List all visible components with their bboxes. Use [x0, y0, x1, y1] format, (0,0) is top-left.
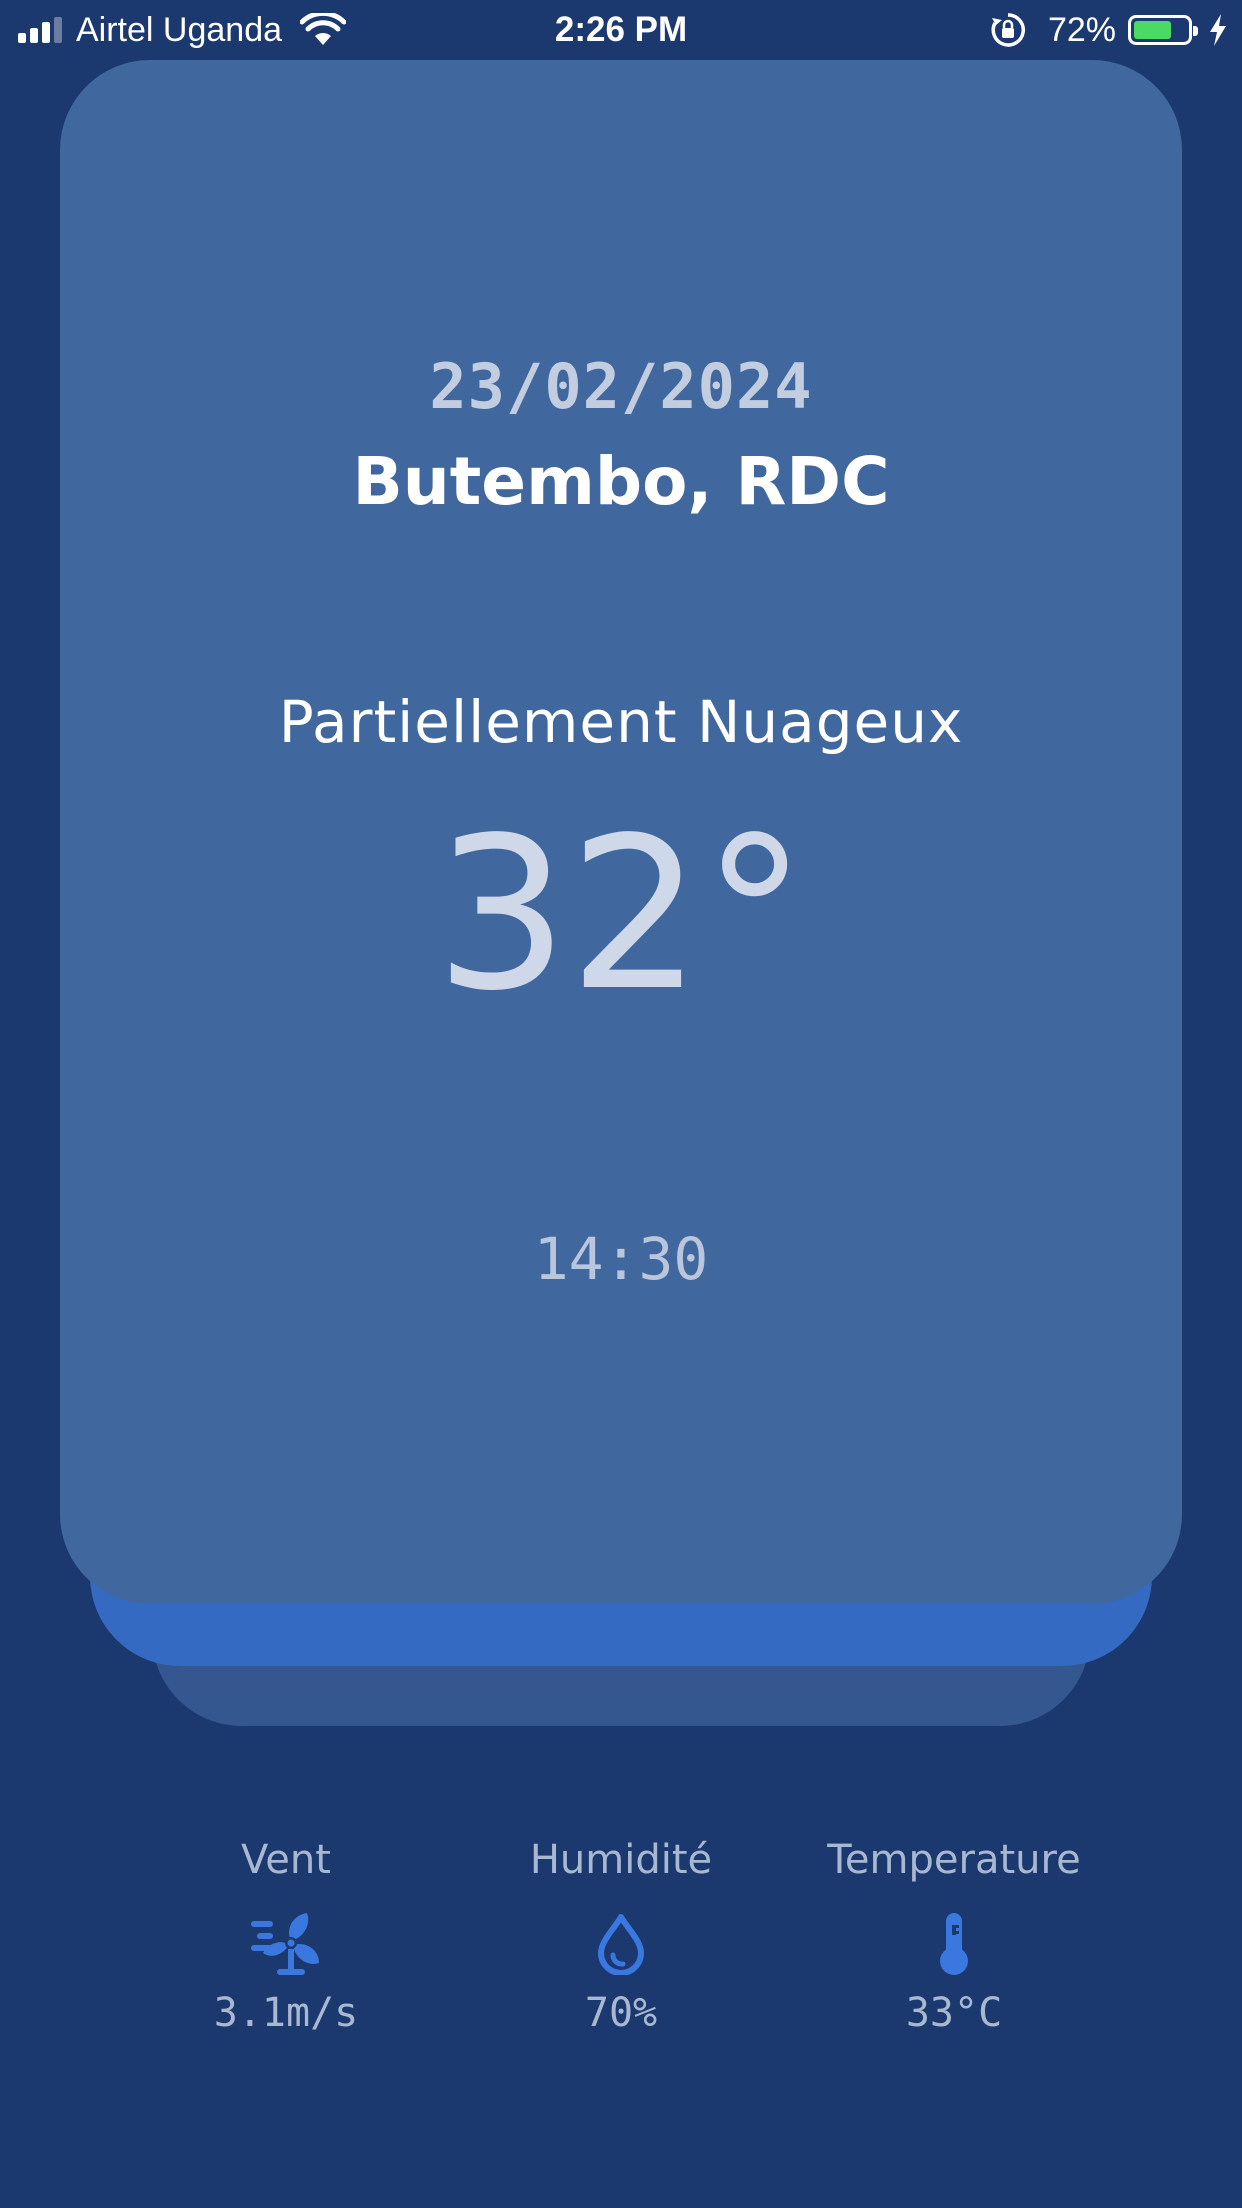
- status-bar-right: 72%: [990, 8, 1228, 52]
- weather-date: 23/02/2024: [429, 350, 813, 423]
- stat-wind-value: 3.1m/s: [213, 1990, 359, 2036]
- stat-temperature-label: Temperature: [827, 1837, 1081, 1883]
- battery-icon: [1128, 15, 1198, 45]
- stat-humidity: Humidité 70%: [456, 1830, 786, 2036]
- stat-wind-label: Vent: [241, 1837, 331, 1883]
- thermometer-icon: [789, 1904, 1119, 1984]
- rotation-lock-icon: [991, 13, 1025, 47]
- wind-fan-icon: [121, 1904, 451, 1984]
- charging-bolt-icon: [1210, 14, 1226, 46]
- weather-temperature: 32°: [434, 792, 808, 1037]
- stat-humidity-label: Humidité: [529, 1837, 713, 1883]
- stat-temperature: Temperature 33°C: [789, 1830, 1119, 2036]
- stat-wind: Vent 3.1m/s: [121, 1830, 451, 2036]
- status-bar: Airtel Uganda 2:26 PM 72%: [0, 0, 1242, 62]
- weather-location: Butembo, RDC: [352, 443, 890, 520]
- battery-fill: [1134, 21, 1172, 39]
- weather-condition: Partiellement Nuageux: [278, 688, 964, 756]
- water-drop-icon: [456, 1904, 786, 1984]
- weather-card[interactable]: 23/02/2024 Butembo, RDC Partiellement Nu…: [60, 60, 1182, 1604]
- battery-percent: 72%: [1047, 10, 1116, 49]
- stat-temperature-value: 33°C: [905, 1990, 1003, 2036]
- stat-humidity-value: 70%: [584, 1990, 658, 2036]
- weather-time: 14:30: [533, 1225, 709, 1293]
